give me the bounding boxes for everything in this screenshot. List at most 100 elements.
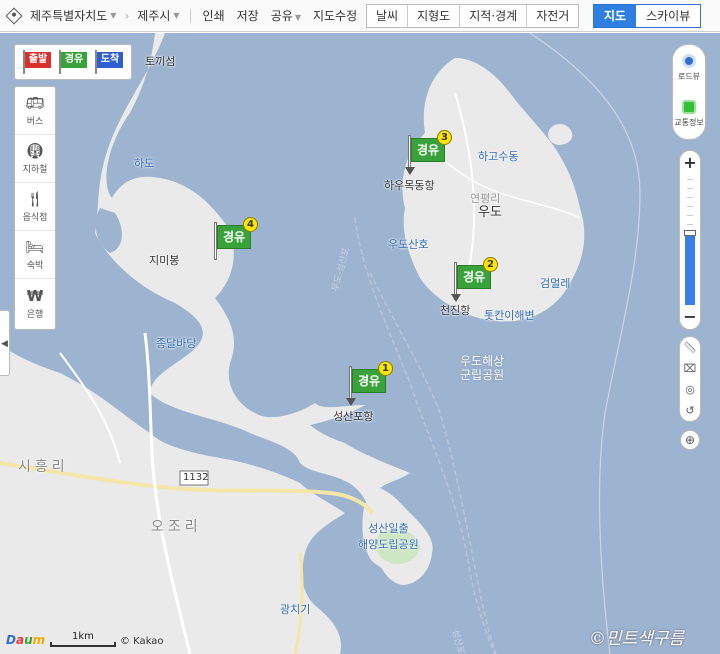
zoom-handle[interactable]	[684, 230, 696, 236]
print-button[interactable]: 인쇄	[197, 7, 231, 24]
city-label: 제주시	[137, 9, 171, 23]
marine-park-line1: 우도해상	[460, 354, 505, 368]
copyright-label: © Kakao	[120, 636, 164, 647]
distance-tool-button[interactable]: 📏︎	[680, 337, 700, 358]
route-end-button[interactable]: 도착	[95, 50, 123, 74]
category-subway-button[interactable]: 🚇︎ 지하철	[15, 135, 55, 183]
map-canvas[interactable]: 토끼섬 하도 지미봉 종달바당 시흥리 오조리 1132 성산일출 해양도립공원 …	[0, 33, 720, 654]
layer-weather-button[interactable]: 날씨	[367, 5, 409, 27]
place-label-tokkiseom[interactable]: 토끼섬	[145, 53, 175, 69]
zoom-in-button[interactable]: +	[680, 153, 700, 173]
scale-label: 1km	[72, 631, 94, 642]
top-toolbar: 제주특별자치도 ▼ › 제주시 ▼ 인쇄 저장 공유 ▼ 지도수정 날씨 지형도 지적…	[0, 0, 720, 32]
category-label: 버스	[26, 117, 44, 127]
route-via-button[interactable]: 경유	[59, 50, 87, 74]
region-label: 제주특별자치도	[30, 9, 108, 23]
layer-toggle-group: 날씨 지형도 지적·경계 자전거	[366, 4, 580, 28]
category-label: 지하철	[22, 165, 48, 175]
chevron-down-icon: ▼	[294, 13, 301, 22]
zoom-tick	[687, 197, 693, 198]
bed-icon: 🛏︎	[25, 238, 45, 256]
place-label-gwangchigi[interactable]: 광치기	[280, 601, 310, 617]
category-bus-button[interactable]: 🚌︎ 버스	[15, 87, 55, 135]
waypoint-place-label: 하우목동항	[384, 179, 435, 192]
zoom-tick	[687, 179, 693, 180]
reset-button[interactable]: ↺	[680, 400, 700, 421]
place-label-ojori[interactable]: 오조리	[151, 516, 202, 536]
place-label-udo[interactable]: 우도	[478, 201, 502, 220]
map-base-layer	[0, 33, 641, 654]
category-label: 음식점	[22, 213, 48, 223]
add-location-button[interactable]: ⊕	[680, 430, 700, 450]
zoom-tick	[687, 215, 693, 216]
seongsan-ilchul-line2: 해양도립공원	[358, 538, 419, 551]
share-button[interactable]: 공유 ▼	[265, 7, 307, 24]
place-label-sihungri[interactable]: 시흥리	[18, 456, 69, 476]
place-label-geommeolle[interactable]: 검멀레	[540, 275, 570, 291]
place-label-hagosu[interactable]: 하고수동	[478, 148, 518, 164]
waypoint-number-badge: 3	[437, 130, 452, 145]
place-label-marine-park[interactable]: 우도해상 군립공원	[460, 354, 504, 382]
save-button[interactable]: 저장	[231, 7, 265, 24]
scale-line	[50, 642, 116, 647]
region-selector[interactable]: 제주특별자치도 ▼	[26, 0, 120, 31]
marine-park-line2: 군립공원	[460, 368, 505, 382]
traffic-icon	[682, 100, 696, 114]
logo-letter: u	[24, 633, 33, 647]
waypoint-place-label: 천진항	[440, 304, 471, 317]
zoom-tick	[687, 188, 693, 189]
ferry-route-2	[369, 272, 497, 654]
waypoint-flag-1[interactable]: 경유 1 성산포항	[333, 361, 393, 423]
category-label: 숙박	[26, 261, 44, 271]
waypoint-place-label: 성산포항	[333, 410, 374, 423]
daum-logo: Daum	[6, 633, 45, 647]
city-selector[interactable]: 제주시 ▼	[133, 0, 183, 31]
subway-icon: 🚇︎	[25, 142, 45, 160]
waypoint-flag-4[interactable]: 경유 4	[212, 217, 258, 274]
route-start-label: 출발	[25, 52, 51, 68]
map-tools: 📏︎ ⌧ ◎ ↺	[679, 336, 701, 422]
place-label-jongdal[interactable]: 종달바당	[156, 335, 196, 351]
mainland-land	[0, 33, 433, 654]
down-arrow-icon	[451, 294, 461, 302]
place-label-jimibong[interactable]: 지미봉	[149, 252, 179, 268]
category-lodging-button[interactable]: 🛏︎ 숙박	[15, 231, 55, 279]
route-start-button[interactable]: 출발	[23, 50, 51, 74]
map-type-group: 지도 스카이뷰	[593, 4, 702, 28]
down-arrow-icon	[405, 167, 415, 175]
zoom-out-button[interactable]: −	[680, 307, 700, 327]
seongsan-ilchul-line1: 성산일출	[368, 522, 409, 535]
zoom-tick	[687, 224, 693, 225]
layer-terrain-button[interactable]: 지형도	[408, 5, 461, 27]
share-label: 공유	[270, 9, 293, 23]
place-label-udosanho[interactable]: 우도산호	[388, 236, 428, 252]
radius-tool-button[interactable]: ◎	[680, 379, 700, 400]
category-bank-button[interactable]: ₩ 은행	[15, 279, 55, 327]
waypoint-flag-2[interactable]: 경유 2 천진항	[440, 257, 498, 317]
place-label-seongsan-ilchul[interactable]: 성산일출해양도립공원	[358, 520, 419, 552]
layer-cadastral-button[interactable]: 지적·경계	[460, 5, 528, 27]
area-tool-button[interactable]: ⌧	[680, 358, 700, 379]
roadview-button[interactable]: 로드뷰	[673, 45, 705, 91]
bus-icon: 🚌︎	[25, 94, 45, 112]
side-panel-toggle[interactable]: ◀	[0, 310, 10, 376]
category-restaurant-button[interactable]: 🍴︎ 음식점	[15, 183, 55, 231]
map-type-skyview-button[interactable]: 스카이뷰	[636, 5, 701, 27]
bank-icon: ₩	[26, 286, 44, 305]
watermark: ©민트색구름	[589, 629, 685, 649]
restaurant-icon: 🍴︎	[25, 190, 45, 208]
chevron-down-icon: ▼	[110, 11, 117, 20]
edit-map-button[interactable]: 지도수정	[307, 7, 363, 24]
zoom-tick	[687, 206, 693, 207]
roadview-icon	[682, 54, 696, 68]
map-type-map-button[interactable]: 지도	[594, 5, 637, 27]
place-label-hado[interactable]: 하도	[134, 155, 154, 171]
waypoint-number-badge: 2	[483, 257, 498, 272]
waypoint-flag-3[interactable]: 경유 3 하우목동항	[384, 130, 452, 192]
layer-bicycle-button[interactable]: 자전거	[527, 5, 578, 27]
traffic-button[interactable]: 교통정보	[673, 91, 705, 137]
roadview-label: 로드뷰	[677, 72, 701, 81]
zoom-slider[interactable]	[684, 175, 696, 305]
zoom-level-fill	[685, 233, 695, 305]
category-bar: 🚌︎ 버스 🚇︎ 지하철 🍴︎ 음식점 🛏︎ 숙박 ₩ 은행	[14, 86, 56, 330]
